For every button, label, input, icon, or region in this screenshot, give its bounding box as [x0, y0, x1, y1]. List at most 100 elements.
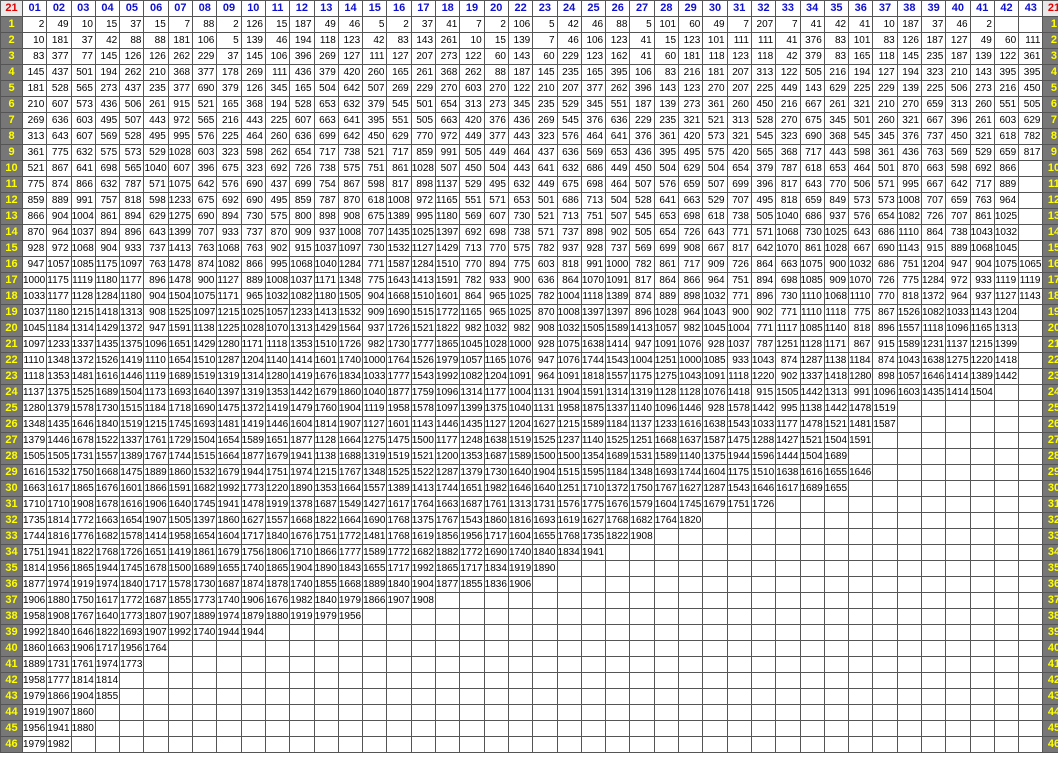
grid-cell: 928 [702, 400, 728, 417]
grid-cell: 41 [799, 16, 825, 33]
grid-cell: 122 [459, 48, 485, 65]
grid-cell: 859 [289, 192, 315, 209]
grid-cell: 1557 [362, 480, 388, 497]
grid-cell [920, 720, 947, 737]
grid-cell [580, 688, 607, 705]
grid-cell: 1033 [945, 304, 971, 321]
grid-cell: 1500 [167, 560, 194, 577]
grid-cell [896, 608, 922, 625]
grid-cell [580, 608, 607, 625]
grid-cell: 1543 [605, 352, 631, 369]
grid-cell: 1919 [70, 576, 96, 593]
column-header: 07 [167, 0, 194, 17]
grid-cell: 181 [167, 32, 194, 49]
grid-cell: 1689 [167, 368, 194, 385]
grid-cell: 928 [580, 240, 607, 257]
grid-cell [629, 736, 655, 753]
grid-cell: 675 [362, 208, 388, 225]
grid-cell: 501 [410, 96, 437, 113]
grid-cell: 88 [483, 64, 509, 81]
grid-cell: 1287 [702, 480, 728, 497]
grid-cell [993, 560, 1020, 577]
grid-cell: 1676 [264, 592, 291, 609]
grid-cell: 1860 [216, 512, 242, 529]
grid-cell [945, 592, 971, 609]
grid-cell: 1676 [605, 496, 631, 513]
grid-cell [702, 592, 728, 609]
grid-cell: 1140 [823, 320, 850, 337]
grid-cell: 641 [70, 160, 96, 177]
grid-cell: 726 [872, 272, 898, 289]
grid-cell: 165 [580, 64, 607, 81]
grid-cell: 575 [337, 160, 364, 177]
grid-cell [605, 704, 631, 721]
grid-cell: 1140 [580, 432, 607, 449]
column-header: 38 [896, 0, 922, 17]
grid-cell [848, 672, 874, 689]
grid-cell: 782 [1018, 128, 1044, 145]
grid-cell: 915 [872, 336, 898, 353]
grid-cell: 1840 [119, 576, 145, 593]
grid-cell: 1319 [240, 384, 266, 401]
grid-cell: 1855 [167, 592, 194, 609]
grid-cell [653, 672, 680, 689]
grid-cell [240, 736, 266, 753]
grid-cell: 1834 [556, 544, 582, 561]
grid-cell: 1314 [605, 384, 631, 401]
grid-cell: 1319 [216, 368, 242, 385]
grid-cell: 1655 [216, 560, 242, 577]
grid-cell [216, 672, 242, 689]
grid-cell: 933 [726, 352, 752, 369]
table-row: 28 1505 1505 1731 1557 1389 1767 1744 1515 1664 18… [0, 448, 1058, 465]
grid-cell [848, 496, 874, 513]
grid-cell: 1096 [872, 384, 898, 401]
grid-cell: 1180 [435, 208, 461, 225]
grid-cell [1018, 160, 1044, 177]
grid-cell [799, 720, 825, 737]
grid-cell: 1764 [410, 496, 437, 513]
grid-cell [920, 480, 947, 497]
grid-cell: 1372 [920, 288, 947, 305]
grid-cell: 181 [46, 32, 72, 49]
grid-cell [969, 608, 995, 625]
grid-cell: 1519 [507, 432, 534, 449]
grid-cell: 194 [896, 64, 922, 81]
grid-cell: 507 [702, 176, 728, 193]
grid-cell [896, 512, 922, 529]
grid-cell [362, 736, 388, 753]
grid-cell: 629 [1018, 112, 1044, 129]
grid-cell: 1855 [313, 576, 339, 593]
grid-cell: 1137 [629, 416, 655, 433]
grid-cell: 1860 [21, 640, 48, 657]
grid-cell [848, 640, 874, 657]
grid-cell [993, 384, 1020, 401]
grid-cell: 707 [726, 192, 752, 209]
grid-cell: 504 [313, 80, 339, 97]
grid-cell [969, 688, 995, 705]
grid-cell: 1419 [119, 352, 145, 369]
grid-cell [969, 544, 995, 561]
grid-cell: 1557 [896, 320, 922, 337]
grid-cell: 1889 [362, 576, 388, 593]
grid-cell: 909 [702, 256, 728, 273]
grid-cell: 194 [264, 96, 291, 113]
grid-cell: 1744 [167, 448, 194, 465]
grid-cell: 323 [216, 144, 242, 161]
grid-cell: 964 [532, 368, 558, 385]
column-header: 41 [969, 0, 995, 17]
grid-cell [726, 560, 752, 577]
grid-cell [920, 448, 947, 465]
grid-cell: 900 [507, 272, 534, 289]
grid-cell: 874 [775, 352, 801, 369]
grid-cell: 450 [945, 128, 971, 145]
grid-cell [678, 576, 704, 593]
grid-cell [192, 672, 218, 689]
grid-cell: 1173 [143, 384, 169, 401]
grid-cell: 1740 [289, 576, 315, 593]
grid-cell: 1284 [94, 288, 121, 305]
grid-cell [993, 400, 1020, 417]
grid-cell: 1744 [580, 352, 607, 369]
column-header: 17 [410, 0, 437, 17]
grid-cell: 1907 [167, 608, 194, 625]
grid-cell: 1076 [556, 352, 582, 369]
